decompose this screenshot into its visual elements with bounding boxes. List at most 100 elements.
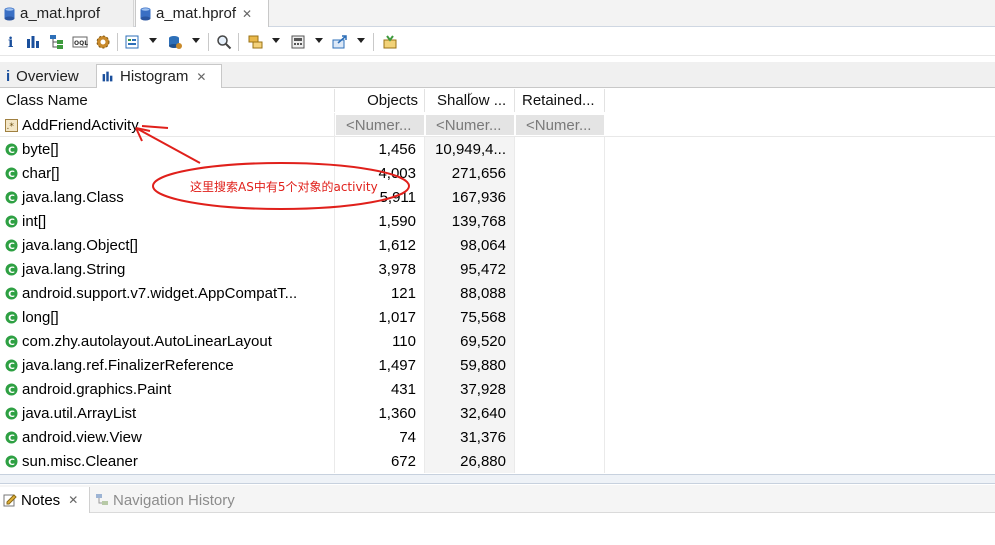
retained-heap-cell xyxy=(515,377,605,401)
close-icon[interactable]: ✕ xyxy=(242,7,252,21)
svg-text:C: C xyxy=(8,434,15,444)
class-name-cell[interactable]: Csun.misc.Cleaner xyxy=(0,449,335,473)
export-icon[interactable] xyxy=(331,33,349,51)
close-icon[interactable]: ✕ xyxy=(196,70,206,84)
group-icon[interactable] xyxy=(247,33,265,51)
heap-dump-icon xyxy=(140,7,151,20)
table-row[interactable]: Cbyte[] 1,456 10,949,4... xyxy=(0,137,995,161)
shallow-heap-cell: 75,568 xyxy=(425,305,515,329)
objects-cell: 3,978 xyxy=(335,257,425,281)
table-row[interactable]: Csun.misc.Cleaner 672 26,880 xyxy=(0,449,995,473)
tab-histogram-label: Histogram xyxy=(120,68,189,85)
objects-cell: 121 xyxy=(335,281,425,305)
class-name-cell[interactable]: Cint[] xyxy=(0,209,335,233)
table-row[interactable]: Ccom.zhy.autolayout.AutoLinearLayout 110 6… xyxy=(0,329,995,353)
svg-text:.*: .* xyxy=(7,122,15,132)
query-browser-icon[interactable] xyxy=(166,33,184,51)
svg-text:i: i xyxy=(8,35,13,50)
chevron-down-icon[interactable] xyxy=(192,38,200,44)
column-header-objects[interactable]: Objects xyxy=(335,89,425,112)
chevron-down-icon[interactable] xyxy=(272,38,280,44)
chevron-down-icon[interactable] xyxy=(315,38,323,44)
class-icon: C xyxy=(5,167,18,180)
sort-indicator-icon: ⌄ xyxy=(466,87,475,98)
class-name-cell[interactable]: Cjava.lang.String xyxy=(0,257,335,281)
svg-text:OQL: OQL xyxy=(74,40,88,47)
class-name-cell[interactable]: Cjava.lang.Object[] xyxy=(0,233,335,257)
pin-icon[interactable] xyxy=(381,33,399,51)
table-row[interactable]: Cjava.util.ArrayList 1,360 32,640 xyxy=(0,401,995,425)
gear-icon[interactable] xyxy=(94,33,112,51)
panel-separator[interactable] xyxy=(0,474,995,484)
table-row[interactable]: Candroid.graphics.Paint 431 37,928 xyxy=(0,377,995,401)
class-name: java.util.ArrayList xyxy=(22,404,137,422)
shallow-heap-cell: 32,640 xyxy=(425,401,515,425)
report-icon[interactable] xyxy=(123,33,141,51)
class-name-filter[interactable]: .* AddFriendActivity xyxy=(0,113,335,137)
table-row[interactable]: Candroid.support.v7.widget.AppCompatT...… xyxy=(0,281,995,305)
svg-text:C: C xyxy=(8,314,15,324)
column-header-retained-heap[interactable]: Retained... xyxy=(515,89,605,112)
table-row[interactable]: Cjava.lang.ref.FinalizerReference 1,497 59… xyxy=(0,353,995,377)
class-name: int[] xyxy=(22,212,47,230)
objects-filter[interactable]: <Numer... xyxy=(335,114,425,136)
objects-cell: 1,360 xyxy=(335,401,425,425)
shallow-heap-cell: 59,880 xyxy=(425,353,515,377)
objects-cell: 1,017 xyxy=(335,305,425,329)
close-icon[interactable]: ✕ xyxy=(68,493,78,507)
class-name-cell[interactable]: Cjava.util.ArrayList xyxy=(0,401,335,425)
class-icon: C xyxy=(5,311,18,324)
class-name-cell[interactable]: Candroid.view.View xyxy=(0,425,335,449)
retained-heap-filter[interactable]: <Numer... xyxy=(515,114,605,136)
class-name: java.lang.ref.FinalizerReference xyxy=(22,356,234,374)
tab-notes[interactable]: Notes ✕ xyxy=(0,487,90,513)
retained-heap-cell xyxy=(515,305,605,329)
toolbar-separator xyxy=(117,33,118,51)
table-row[interactable]: Cint[] 1,590 139,768 xyxy=(0,209,995,233)
search-icon[interactable] xyxy=(215,33,233,51)
info-icon[interactable]: i xyxy=(2,33,20,51)
table-row[interactable]: Cchar[] 4,003 271,656 xyxy=(0,161,995,185)
tab-navigation-history[interactable]: Navigation History xyxy=(95,487,235,513)
shallow-heap-filter[interactable]: <Numer... xyxy=(425,114,515,136)
table-row[interactable]: Cjava.lang.Object[] 1,612 98,064 xyxy=(0,233,995,257)
class-name-cell[interactable]: Candroid.support.v7.widget.AppCompatT... xyxy=(0,281,335,305)
class-name: sun.misc.Cleaner xyxy=(22,452,138,470)
tab-notes-label: Notes xyxy=(21,491,61,509)
histogram-icon[interactable] xyxy=(24,33,42,51)
shallow-heap-cell: 88,088 xyxy=(425,281,515,305)
editor-tab-bar: a_mat.hprof a_mat.hprof ✕ xyxy=(0,0,995,27)
table-row[interactable]: Clong[] 1,017 75,568 xyxy=(0,305,995,329)
class-name-cell[interactable]: Candroid.graphics.Paint xyxy=(0,377,335,401)
regex-filter-icon: .* xyxy=(5,118,18,132)
class-icon: C xyxy=(5,287,18,300)
table-row[interactable]: Cjava.lang.String 3,978 95,472 xyxy=(0,257,995,281)
class-name: java.lang.Object[] xyxy=(22,236,138,254)
svg-text:C: C xyxy=(8,410,15,420)
table-row[interactable]: Cjava.lang.Class 5,911 167,936 xyxy=(0,185,995,209)
calculate-icon[interactable] xyxy=(289,33,307,51)
oql-icon[interactable]: OQL xyxy=(71,33,89,51)
shallow-heap-cell: 95,472 xyxy=(425,257,515,281)
class-name: android.graphics.Paint xyxy=(22,380,172,398)
class-name-cell[interactable]: Clong[] xyxy=(0,305,335,329)
chevron-down-icon[interactable] xyxy=(357,38,365,44)
objects-cell: 74 xyxy=(335,425,425,449)
retained-heap-cell xyxy=(515,425,605,449)
retained-heap-cell xyxy=(515,401,605,425)
retained-heap-cell xyxy=(515,281,605,305)
class-name-cell[interactable]: Ccom.zhy.autolayout.AutoLinearLayout xyxy=(0,329,335,353)
dominator-tree-icon[interactable] xyxy=(48,33,66,51)
class-name-cell[interactable]: Cbyte[] xyxy=(0,137,335,161)
table-row[interactable]: Candroid.view.View 74 31,376 xyxy=(0,425,995,449)
toolbar-separator xyxy=(208,33,209,51)
chevron-down-icon[interactable] xyxy=(149,38,157,44)
column-header-class-name[interactable]: Class Name xyxy=(0,89,335,112)
editor-tab-1[interactable]: a_mat.hprof xyxy=(0,0,134,27)
tab-overview[interactable]: i Overview xyxy=(6,64,94,88)
shallow-heap-cell: 31,376 xyxy=(425,425,515,449)
class-name-cell[interactable]: Cjava.lang.ref.FinalizerReference xyxy=(0,353,335,377)
tab-histogram[interactable]: Histogram ✕ xyxy=(96,64,222,88)
shallow-heap-cell: 69,520 xyxy=(425,329,515,353)
editor-tab-2[interactable]: a_mat.hprof ✕ xyxy=(135,0,269,27)
